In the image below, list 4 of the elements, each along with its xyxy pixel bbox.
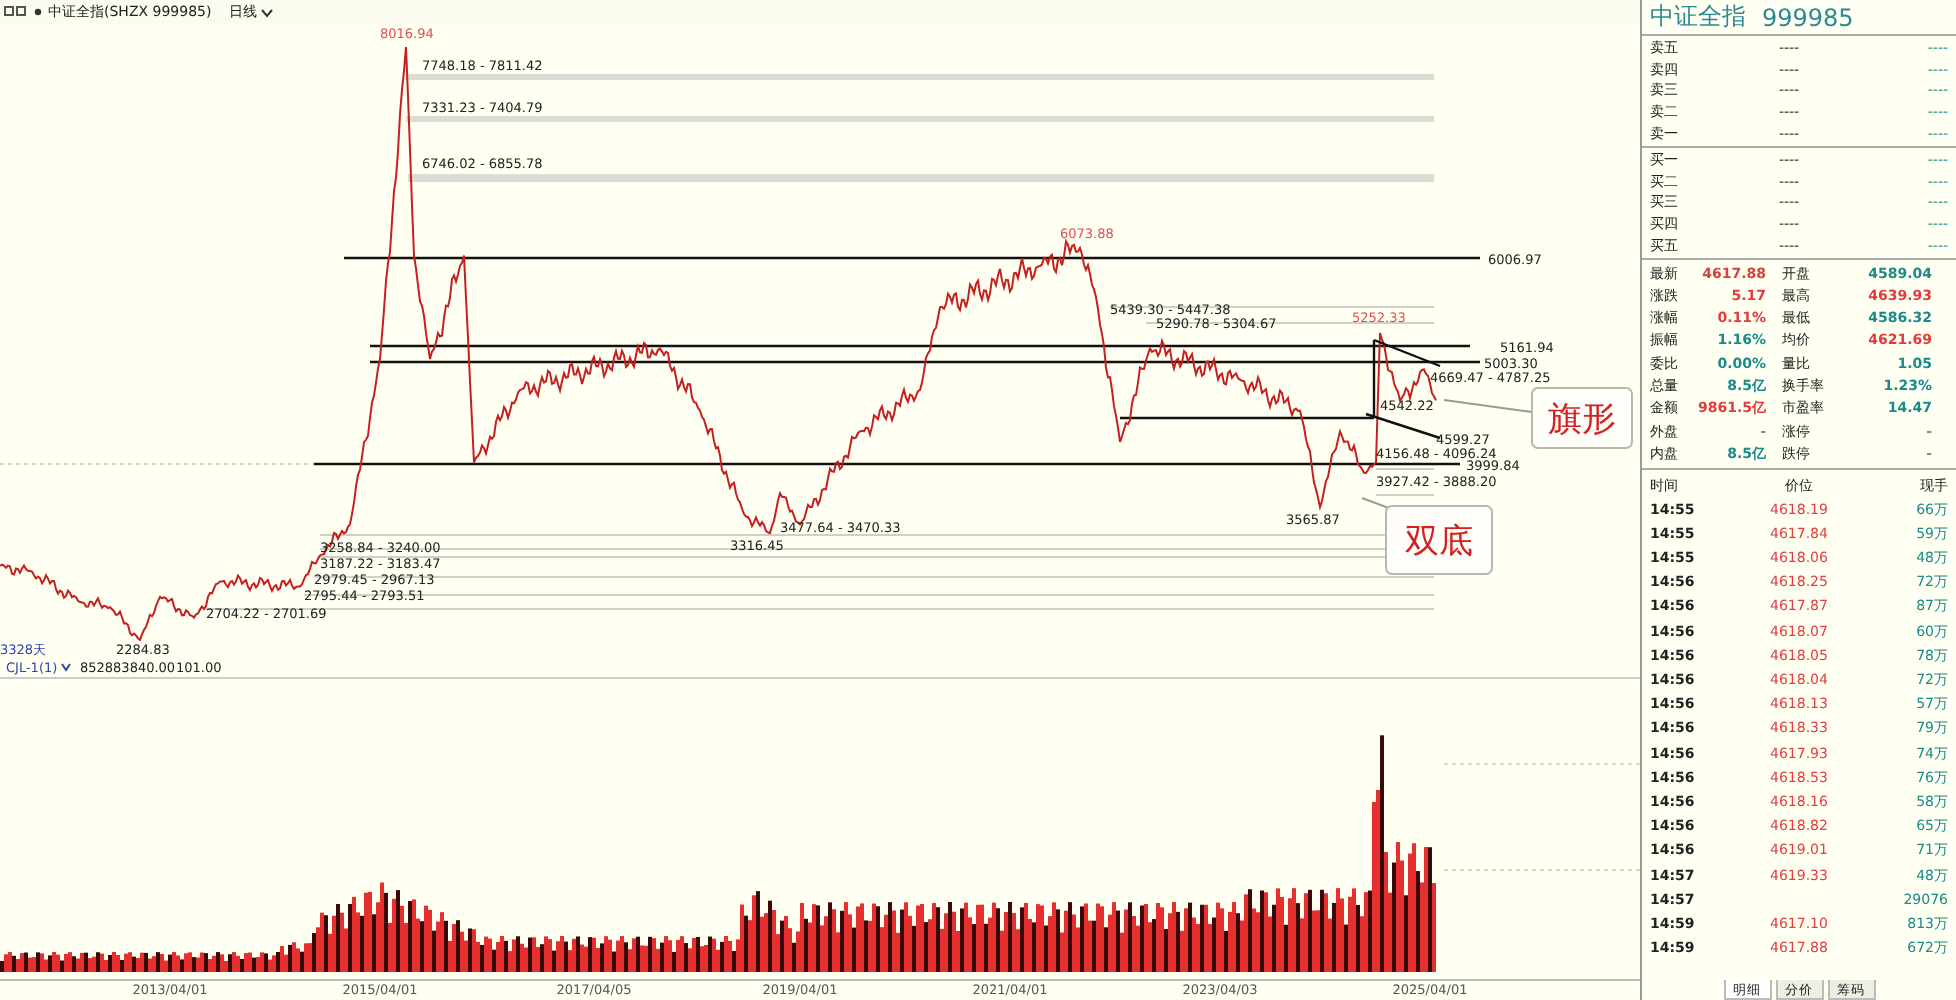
- callout-text: 旗形: [1548, 400, 1616, 440]
- quote-name: 中证全指: [1650, 0, 1746, 34]
- quote-code: 999985: [1762, 3, 1854, 31]
- callout-text: 双底: [1405, 522, 1473, 562]
